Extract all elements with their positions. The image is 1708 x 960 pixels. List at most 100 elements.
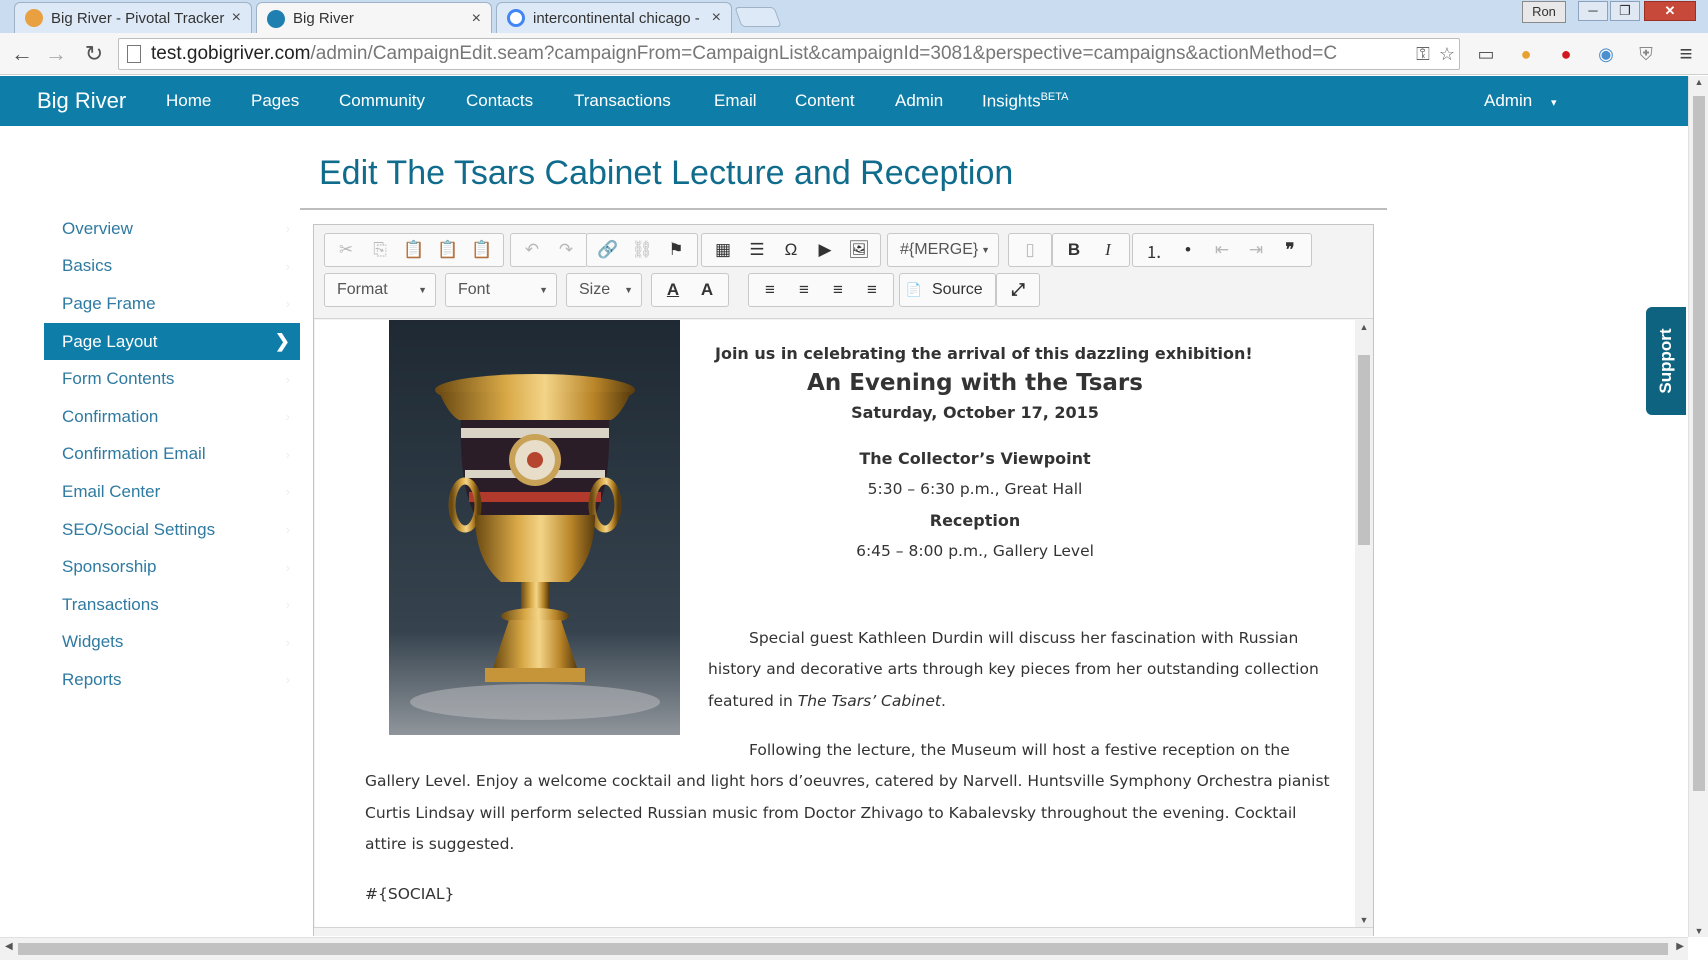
caret-down-icon[interactable]: ▾ [1551,96,1557,109]
bulleted-list-icon[interactable]: • [1171,235,1205,265]
size-dropdown[interactable]: Size ▼ [566,273,642,307]
window-minimize-button[interactable]: ─ [1578,1,1608,21]
merge-dropdown[interactable]: #{MERGE} ▼ [887,233,999,267]
sidebar-item-reports[interactable]: Reports › [44,661,300,699]
window-close-button[interactable]: ✕ [1644,1,1696,21]
bold-icon[interactable]: B [1057,235,1091,265]
horizontal-rule-icon[interactable]: ☰ [740,235,774,265]
table-icon[interactable]: ▦ [706,235,740,265]
special-char-icon[interactable]: Ω [774,235,808,265]
sidebar-item-page-frame[interactable]: Page Frame › [44,285,300,323]
browser-tab-bigriver[interactable]: Big River × [256,2,492,34]
italic-icon[interactable]: I [1091,235,1125,265]
undo-icon[interactable]: ↶ [515,235,549,265]
scroll-down-icon[interactable]: ▼ [1355,915,1373,925]
sidebar-item-seo-social[interactable]: SEO/Social Settings › [44,511,300,549]
align-left-icon[interactable]: ≡ [753,275,787,305]
url-text[interactable]: test.gobigriver.com/admin/CampaignEdit.s… [151,43,1411,65]
adblock-icon[interactable]: ● [1554,42,1578,66]
back-arrow-icon[interactable]: ← [8,40,36,68]
editor-scrollbar[interactable]: ▲ ▼ [1355,320,1373,927]
sidebar-item-confirmation-email[interactable]: Confirmation Email › [44,436,300,474]
sidebar-item-basics[interactable]: Basics › [44,248,300,286]
horizontal-scroll-thumb[interactable] [18,943,1668,955]
sidebar-item-page-layout[interactable]: Page Layout ❯ [44,322,300,361]
key-icon[interactable]: ⚿ [1411,44,1435,65]
numbered-list-icon[interactable]: ⒈ [1137,235,1171,265]
editor-content-area[interactable]: Join us in celebrating the arrival of th… [315,320,1355,927]
sidebar-item-overview[interactable]: Overview › [44,210,300,248]
paste-word-icon[interactable]: 📋 [465,235,499,265]
copy-icon[interactable]: ⎘ [363,235,397,265]
camera-icon[interactable]: ◉ [1594,42,1618,66]
browser-menu-icon[interactable]: ≡ [1674,42,1698,66]
text-color-icon[interactable]: A [656,275,690,305]
scroll-up-icon[interactable]: ▲ [1689,77,1708,87]
tab-close-icon[interactable]: × [232,9,241,27]
ghostery-icon[interactable]: ⛨ [1634,42,1658,66]
scroll-right-icon[interactable]: ▶ [1676,941,1684,952]
background-color-icon[interactable]: A [690,275,724,305]
anchor-flag-icon[interactable]: ⚑ [659,235,693,265]
nav-email[interactable]: Email [714,91,757,111]
scroll-left-icon[interactable]: ◀ [5,941,13,952]
editor-scroll-thumb[interactable] [1358,355,1370,545]
nav-community[interactable]: Community [339,91,425,111]
source-button[interactable]: 📄 Source [899,273,996,307]
vase-photo[interactable] [389,320,680,735]
unlink-icon[interactable]: ⛓ [625,235,659,265]
brand-logo[interactable]: Big River [37,88,126,114]
outdent-icon[interactable]: ⇤ [1205,235,1239,265]
support-tab[interactable]: Support [1646,307,1686,415]
page-scroll-thumb[interactable] [1693,96,1705,791]
sidebar-item-sponsorship[interactable]: Sponsorship › [44,548,300,586]
scroll-down-icon[interactable]: ▼ [1689,926,1708,936]
nav-pages[interactable]: Pages [251,91,299,111]
paste-text-icon[interactable]: 📋 [431,235,465,265]
format-dropdown[interactable]: Format ▼ [324,273,436,307]
nav-transactions[interactable]: Transactions [574,91,671,111]
nav-insights[interactable]: InsightsBETA [982,91,1069,112]
sidebar-item-widgets[interactable]: Widgets › [44,624,300,662]
color-extension-icon[interactable]: ● [1514,42,1538,66]
nav-content[interactable]: Content [795,91,855,111]
paste-icon[interactable]: 📋 [397,235,431,265]
nav-contacts[interactable]: Contacts [466,91,533,111]
maximize-icon[interactable]: ⤢ [1001,275,1035,305]
forward-arrow-icon[interactable]: → [42,40,70,68]
address-bar[interactable]: test.gobigriver.com/admin/CampaignEdit.s… [118,38,1460,70]
indent-icon[interactable]: ⇥ [1239,235,1273,265]
browser-user-button[interactable]: Ron [1522,1,1566,23]
sidebar-item-confirmation[interactable]: Confirmation › [44,398,300,436]
tab-close-icon[interactable]: × [472,10,481,28]
blockquote-icon[interactable]: ❞ [1273,235,1307,265]
align-center-icon[interactable]: ≡ [787,275,821,305]
nav-home[interactable]: Home [166,91,211,111]
reload-icon[interactable]: ↻ [80,40,108,68]
align-right-icon[interactable]: ≡ [821,275,855,305]
editor-resize-bar[interactable] [314,927,1373,936]
window-maximize-button[interactable]: ❐ [1610,1,1640,21]
youtube-icon[interactable]: ▶ [808,235,842,265]
user-menu[interactable]: Admin [1484,91,1532,111]
bookmark-star-icon[interactable]: ☆ [1435,44,1459,65]
font-dropdown[interactable]: Font ▼ [445,273,557,307]
browser-tab-google[interactable]: intercontinental chicago - × [496,2,732,33]
page-horizontal-scrollbar[interactable]: ◀ ▶ [0,937,1688,960]
sidebar-item-form-contents[interactable]: Form Contents › [44,360,300,398]
page-scrollbar[interactable]: ▲ ▼ [1688,76,1708,937]
nav-admin[interactable]: Admin [895,91,943,111]
sidebar-item-email-center[interactable]: Email Center › [44,473,300,511]
image-icon[interactable]: 🖼 [842,235,876,265]
link-icon[interactable]: 🔗 [591,235,625,265]
cast-icon[interactable]: ▭ [1474,42,1498,66]
new-tab-button[interactable] [734,7,782,27]
cut-icon[interactable]: ✂ [329,235,363,265]
redo-icon[interactable]: ↷ [549,235,583,265]
scroll-up-icon[interactable]: ▲ [1355,322,1373,332]
browser-tab-pivotal[interactable]: Big River - Pivotal Tracker × [14,2,252,33]
sidebar-item-transactions[interactable]: Transactions › [44,586,300,624]
justify-icon[interactable]: ≡ [855,275,889,305]
document-icon[interactable]: ▯ [1013,235,1047,265]
tab-close-icon[interactable]: × [712,9,721,27]
